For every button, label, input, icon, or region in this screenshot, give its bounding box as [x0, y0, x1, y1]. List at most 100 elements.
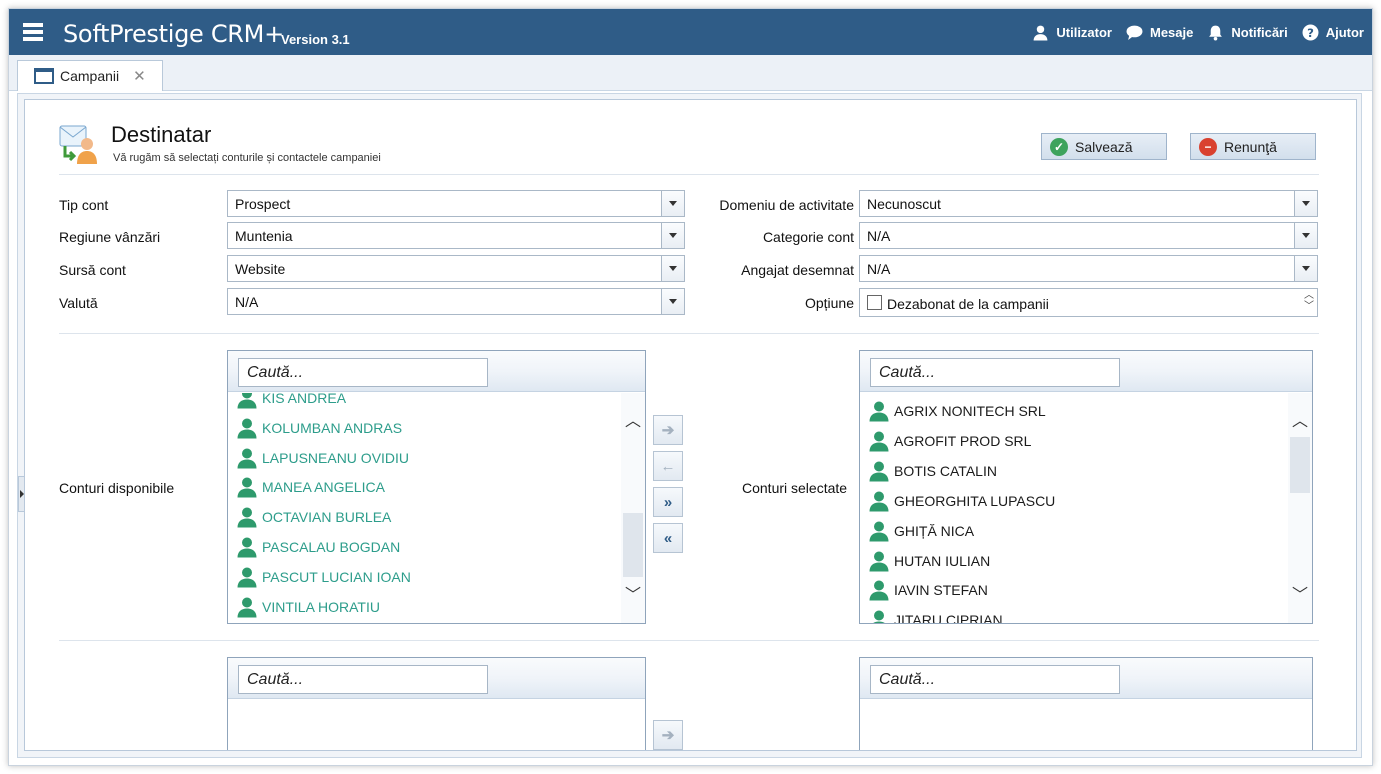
scrollbar[interactable]: ︿ ﹀ [1288, 393, 1312, 623]
angajat-select[interactable]: N/A [859, 255, 1318, 282]
selected-search-input[interactable]: Caută... [870, 358, 1120, 387]
available-search-input[interactable]: Caută... [238, 358, 488, 387]
divider [59, 640, 1319, 641]
content-area: Destinatar Vă rugăm să selectați conturi… [17, 93, 1362, 758]
domeniu-value: Necunoscut [867, 195, 941, 212]
person-icon [237, 597, 257, 618]
destinatar-panel: Destinatar Vă rugăm să selectați conturi… [24, 99, 1357, 751]
menu-icon[interactable] [23, 23, 43, 41]
nav-notifications[interactable]: Notificări [1207, 24, 1288, 41]
person-icon [869, 580, 889, 601]
list-item[interactable]: LAPUSNEANU OVIDIU [236, 446, 409, 470]
regiune-select[interactable]: Muntenia [227, 222, 685, 249]
valuta-value: N/A [235, 293, 259, 310]
available-contacts-list: Caută... [227, 657, 646, 750]
domeniu-select[interactable]: Necunoscut [859, 190, 1318, 217]
move-all-left-button[interactable]: « [653, 523, 683, 553]
list-item[interactable]: AGRIX NONITECH SRL [868, 399, 1046, 423]
person-icon [869, 521, 889, 542]
list-item[interactable]: JITARU CIPRIAN [868, 608, 1003, 623]
close-icon[interactable]: ✕ [133, 67, 146, 85]
selected-accounts-list: Caută... AGRIX NONITECH SRL AGROFIT PROD … [859, 350, 1313, 624]
divider [59, 333, 1319, 334]
nav-user[interactable]: Utilizator [1032, 24, 1112, 41]
categorie-select[interactable]: N/A [859, 222, 1318, 249]
list-item[interactable]: IAVIN STEFAN [868, 578, 988, 602]
list-item[interactable]: MANEA ANGELICA [236, 475, 385, 499]
list-item-label: PASCALAU BOGDAN [262, 539, 401, 555]
person-icon [237, 507, 257, 528]
sursa-select[interactable]: Website [227, 255, 685, 282]
chevron-up-icon[interactable]: ︿ [624, 413, 642, 431]
list-item-label: BOTIS CATALIN [894, 462, 997, 479]
scrollbar[interactable]: ︿ ﹀ [621, 393, 645, 623]
list-item[interactable]: GHEORGHITA LUPASCU [868, 489, 1055, 513]
scroll-thumb[interactable] [1290, 437, 1310, 493]
person-icon [869, 401, 889, 422]
spinner-icon[interactable]: ︿ ﹀ [1304, 290, 1314, 312]
chevron-down-icon[interactable] [1294, 223, 1317, 248]
angajat-value: N/A [867, 260, 891, 277]
person-icon [237, 477, 257, 498]
list-item[interactable]: HUTAN IULIAN [868, 549, 990, 573]
tip-cont-select[interactable]: Prospect [227, 190, 685, 217]
move-left-button[interactable]: ← [653, 451, 683, 481]
unsubscribed-label: Dezabonat de la campanii [887, 296, 1049, 312]
list-item-label: IAVIN STEFAN [894, 582, 988, 599]
user-icon [1033, 25, 1048, 41]
list-item[interactable]: VINTILA HORATIU [236, 595, 380, 619]
sidebar-toggle[interactable] [18, 476, 25, 512]
domeniu-label: Domeniu de activitate [719, 197, 854, 213]
cancel-button[interactable]: − Renunţă [1190, 133, 1316, 160]
list-item-label: AGRIX NONITECH SRL [894, 403, 1046, 419]
optiune-label: Opțiune [804, 295, 854, 311]
window-icon [34, 68, 54, 84]
list-item-label: KIS ANDREA [262, 393, 347, 406]
list-item-label: OCTAVIAN BURLEA [262, 509, 392, 526]
valuta-select[interactable]: N/A [227, 288, 685, 315]
unsubscribed-checkbox[interactable] [867, 295, 882, 310]
top-nav: Utilizator Mesaje Notificări ? Ajutor [1032, 24, 1364, 41]
nav-messages[interactable]: Mesaje [1126, 24, 1193, 41]
scroll-thumb[interactable] [623, 513, 643, 577]
list-item-label: PASCUT LUCIAN IOAN [262, 568, 411, 585]
available-accounts-list: Caută... KIS ANDREA KOLUMBAN ANDRAS LAPUSN… [227, 350, 646, 624]
list-item[interactable]: KOLUMBAN ANDRAS [236, 416, 402, 440]
optiune-field[interactable]: Dezabonat de la campanii ︿ ﹀ [859, 288, 1318, 317]
list-item[interactable]: KIS ANDREA [236, 393, 346, 410]
move-right-button[interactable]: ➔ [653, 415, 683, 445]
nav-notifications-label: Notificări [1231, 25, 1288, 40]
list-item[interactable]: PASCUT LUCIAN IOAN [236, 565, 411, 589]
list-header: Caută... [228, 658, 645, 699]
person-icon [237, 448, 257, 469]
regiune-label: Regiune vânzări [59, 229, 161, 245]
recipient-icon [59, 125, 97, 164]
chevron-down-icon[interactable] [1294, 256, 1317, 281]
contacts-move-right-button[interactable]: ➔ [653, 720, 683, 750]
contacts-available-search-input[interactable]: Caută... [238, 665, 488, 694]
save-button[interactable]: ✓ Salvează [1041, 133, 1167, 160]
tab-campanii[interactable]: Campanii ✕ [17, 60, 163, 91]
chevron-down-icon[interactable]: ﹀ [624, 587, 642, 605]
nav-help[interactable]: ? Ajutor [1302, 24, 1364, 41]
list-item[interactable]: PASCALAU BOGDAN [236, 535, 400, 559]
contacts-selected-search-input[interactable]: Caută... [870, 665, 1120, 694]
valuta-label: Valută [59, 295, 98, 311]
svg-text:?: ? [1307, 26, 1314, 40]
list-item[interactable]: GHIȚĂ NICA [868, 519, 974, 543]
tip-cont-label: Tip cont [59, 197, 109, 213]
chevron-down-icon[interactable]: ﹀ [1291, 587, 1309, 605]
list-item[interactable]: BOTIS CATALIN [868, 459, 997, 483]
list-header: Caută... [228, 351, 645, 392]
app-title: SoftPrestige CRM+ [63, 20, 284, 48]
list-item[interactable]: OCTAVIAN BURLEA [236, 505, 391, 529]
chevron-down-icon[interactable] [1294, 191, 1317, 216]
person-icon [237, 418, 257, 439]
list-item[interactable]: AGROFIT PROD SRL [868, 429, 1031, 453]
move-all-right-button[interactable]: » [653, 487, 683, 517]
save-button-label: Salvează [1075, 138, 1133, 155]
available-accounts-label: Conturi disponibile [59, 480, 175, 496]
chevron-up-icon[interactable]: ︿ [1291, 413, 1309, 431]
selected-contacts-list: Caută... [859, 657, 1313, 750]
categorie-label: Categorie cont [762, 229, 854, 245]
